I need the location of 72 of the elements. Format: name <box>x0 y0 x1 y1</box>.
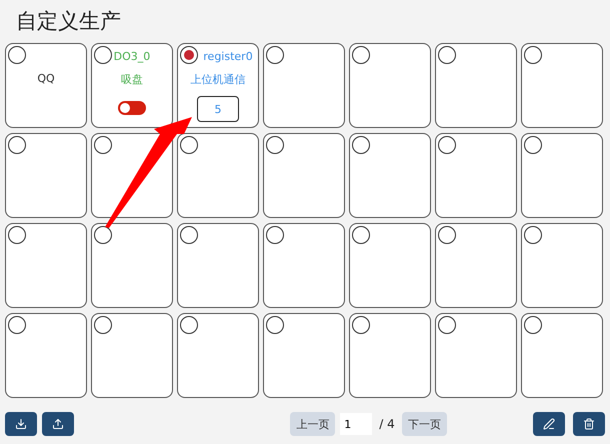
cell-name: DO3_0 <box>114 50 150 63</box>
radio-button[interactable] <box>352 46 370 64</box>
radio-button[interactable] <box>180 316 198 334</box>
radio-button[interactable] <box>180 46 198 64</box>
radio-button[interactable] <box>352 226 370 244</box>
slot-card[interactable] <box>435 43 517 128</box>
download-icon <box>15 418 27 430</box>
slot-card[interactable] <box>263 223 345 308</box>
trash-icon <box>583 418 595 430</box>
radio-button[interactable] <box>352 136 370 154</box>
upload-icon <box>52 418 64 430</box>
radio-button[interactable] <box>438 226 456 244</box>
radio-button[interactable] <box>524 46 542 64</box>
prev-page-button[interactable]: 上一页 <box>290 412 336 436</box>
slot-card[interactable] <box>5 223 87 308</box>
radio-button[interactable] <box>524 136 542 154</box>
cell-name: register0 <box>203 50 253 63</box>
radio-button[interactable] <box>94 226 112 244</box>
radio-button[interactable] <box>180 136 198 154</box>
radio-button[interactable] <box>352 316 370 334</box>
slot-card[interactable] <box>521 223 603 308</box>
pen-icon <box>543 418 555 430</box>
slot-card[interactable] <box>263 313 345 398</box>
slot-card[interactable] <box>177 133 259 218</box>
toggle-switch[interactable] <box>118 101 146 115</box>
download-button[interactable] <box>5 412 37 436</box>
slot-card[interactable] <box>435 133 517 218</box>
radio-button[interactable] <box>94 136 112 154</box>
slot-card[interactable] <box>177 313 259 398</box>
slot-card[interactable] <box>5 313 87 398</box>
radio-button[interactable] <box>438 316 456 334</box>
delete-button[interactable] <box>573 412 605 436</box>
edit-button[interactable] <box>533 412 565 436</box>
cell-label: 吸盘 <box>121 72 143 87</box>
slot-card[interactable] <box>349 223 431 308</box>
radio-button[interactable] <box>438 136 456 154</box>
slot-card[interactable] <box>91 313 173 398</box>
page-total: / 4 <box>379 417 395 431</box>
radio-button[interactable] <box>266 226 284 244</box>
radio-button[interactable] <box>8 226 26 244</box>
slot-card[interactable] <box>521 43 603 128</box>
radio-button[interactable] <box>266 136 284 154</box>
radio-button[interactable] <box>438 46 456 64</box>
radio-button[interactable] <box>524 226 542 244</box>
slot-card[interactable]: QQ <box>5 43 87 128</box>
slot-card[interactable] <box>177 223 259 308</box>
radio-button[interactable] <box>524 316 542 334</box>
slot-card[interactable] <box>263 133 345 218</box>
slot-card[interactable] <box>91 223 173 308</box>
page-title: 自定义生产 <box>16 8 122 35</box>
slot-card[interactable] <box>263 43 345 128</box>
upload-button[interactable] <box>42 412 74 436</box>
radio-button[interactable] <box>94 316 112 334</box>
slot-card[interactable] <box>435 223 517 308</box>
slot-card[interactable] <box>349 313 431 398</box>
page-input[interactable]: 1 <box>340 413 372 435</box>
radio-button[interactable] <box>94 46 112 64</box>
radio-button[interactable] <box>8 46 26 64</box>
cell-label: QQ <box>37 72 55 85</box>
radio-button[interactable] <box>266 46 284 64</box>
slot-card[interactable] <box>5 133 87 218</box>
cell-label: 上位机通信 <box>190 72 246 87</box>
radio-button[interactable] <box>8 316 26 334</box>
slot-card[interactable] <box>521 313 603 398</box>
next-page-button[interactable]: 下一页 <box>402 412 447 436</box>
radio-button[interactable] <box>8 136 26 154</box>
slot-card[interactable] <box>349 133 431 218</box>
radio-button[interactable] <box>266 316 284 334</box>
slot-card[interactable] <box>349 43 431 128</box>
slot-card[interactable] <box>435 313 517 398</box>
slot-card[interactable] <box>521 133 603 218</box>
radio-button[interactable] <box>180 226 198 244</box>
